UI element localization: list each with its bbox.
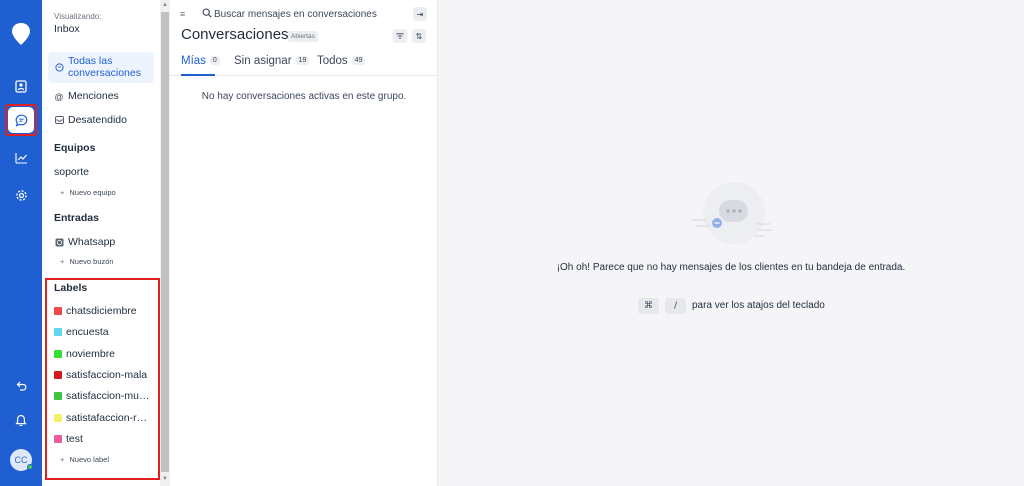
sidebar-item-unattended[interactable]: Desatendido: [68, 114, 127, 126]
sidebar-item-mentions[interactable]: Menciones: [68, 90, 119, 102]
menu-icon[interactable]: ≡: [180, 9, 185, 19]
empty-inbox-illustration: [686, 180, 776, 250]
tab-unassigned[interactable]: Sin asignar 19: [234, 55, 310, 67]
viewing-value: Inbox: [54, 23, 80, 35]
chat-icon: [54, 62, 64, 72]
teams-heading: Equipos: [54, 142, 96, 154]
tab-all[interactable]: Todos 49: [317, 55, 366, 67]
sidebar-item-team[interactable]: soporte: [54, 166, 89, 178]
tab-count: 0: [209, 56, 220, 65]
back-icon[interactable]: [11, 376, 31, 396]
inbox-icon: [54, 115, 64, 125]
status-badge[interactable]: Abiertas: [288, 31, 318, 42]
whatsapp-icon: [54, 237, 64, 247]
conversation-tabs: Mías 0 Sin asignar 19 Todos 49: [170, 50, 438, 76]
search-icon: [202, 8, 212, 21]
active-tab-indicator: [181, 74, 215, 76]
highlight-box: [45, 278, 160, 480]
tab-count: 19: [295, 56, 310, 65]
scroll-up-icon[interactable]: ▲: [162, 2, 168, 8]
sidebar-scrollbar[interactable]: ▲ ▼: [160, 0, 170, 486]
empty-list-message: No hay conversaciones activas en este gr…: [201, 91, 407, 102]
conversation-list-panel: ≡ ⇥ Conversaciones Abiertas ⇅ Mías0 Sin …: [170, 0, 438, 486]
collapse-panel-button[interactable]: ⇥: [413, 7, 427, 21]
sort-button[interactable]: ⇅: [412, 29, 426, 43]
viewing-label: Visualizando:: [54, 12, 102, 21]
filter-button[interactable]: [393, 29, 407, 43]
tab-count: 49: [351, 56, 366, 65]
conversations-icon[interactable]: [11, 110, 31, 130]
logo-icon[interactable]: [11, 22, 31, 51]
inboxes-heading: Entradas: [54, 212, 99, 224]
settings-icon[interactable]: [11, 185, 31, 205]
search-bar: ≡ ⇥: [170, 0, 438, 28]
search-input[interactable]: [214, 6, 404, 22]
reports-icon[interactable]: [11, 148, 31, 168]
contacts-icon[interactable]: [11, 76, 31, 96]
notifications-icon[interactable]: [11, 410, 31, 430]
new-team-button[interactable]: + Nuevo equipo: [60, 188, 116, 197]
conversation-view: ¡Oh oh! Parece que no hay mensajes de lo…: [438, 0, 1024, 486]
sidebar-item-inbox[interactable]: Whatsapp: [68, 236, 115, 248]
scroll-thumb[interactable]: [161, 12, 169, 472]
shortcut-hint-text: para ver los atajos del teclado: [692, 300, 825, 311]
slash-key: /: [665, 298, 686, 314]
at-icon: @: [54, 92, 64, 102]
scroll-down-icon[interactable]: ▼: [162, 476, 168, 482]
icon-rail: CC: [0, 0, 42, 486]
page-title: Conversaciones: [181, 26, 289, 43]
sidebar-item-label: Todas las conversaciones: [68, 55, 141, 79]
empty-state-message: ¡Oh oh! Parece que no hay mensajes de lo…: [556, 262, 906, 273]
online-status-dot: [27, 464, 33, 470]
tab-mine[interactable]: Mías 0: [181, 55, 220, 67]
command-key-icon: ⌘: [638, 298, 659, 314]
new-inbox-button[interactable]: + Nuevo buzón: [60, 257, 114, 266]
